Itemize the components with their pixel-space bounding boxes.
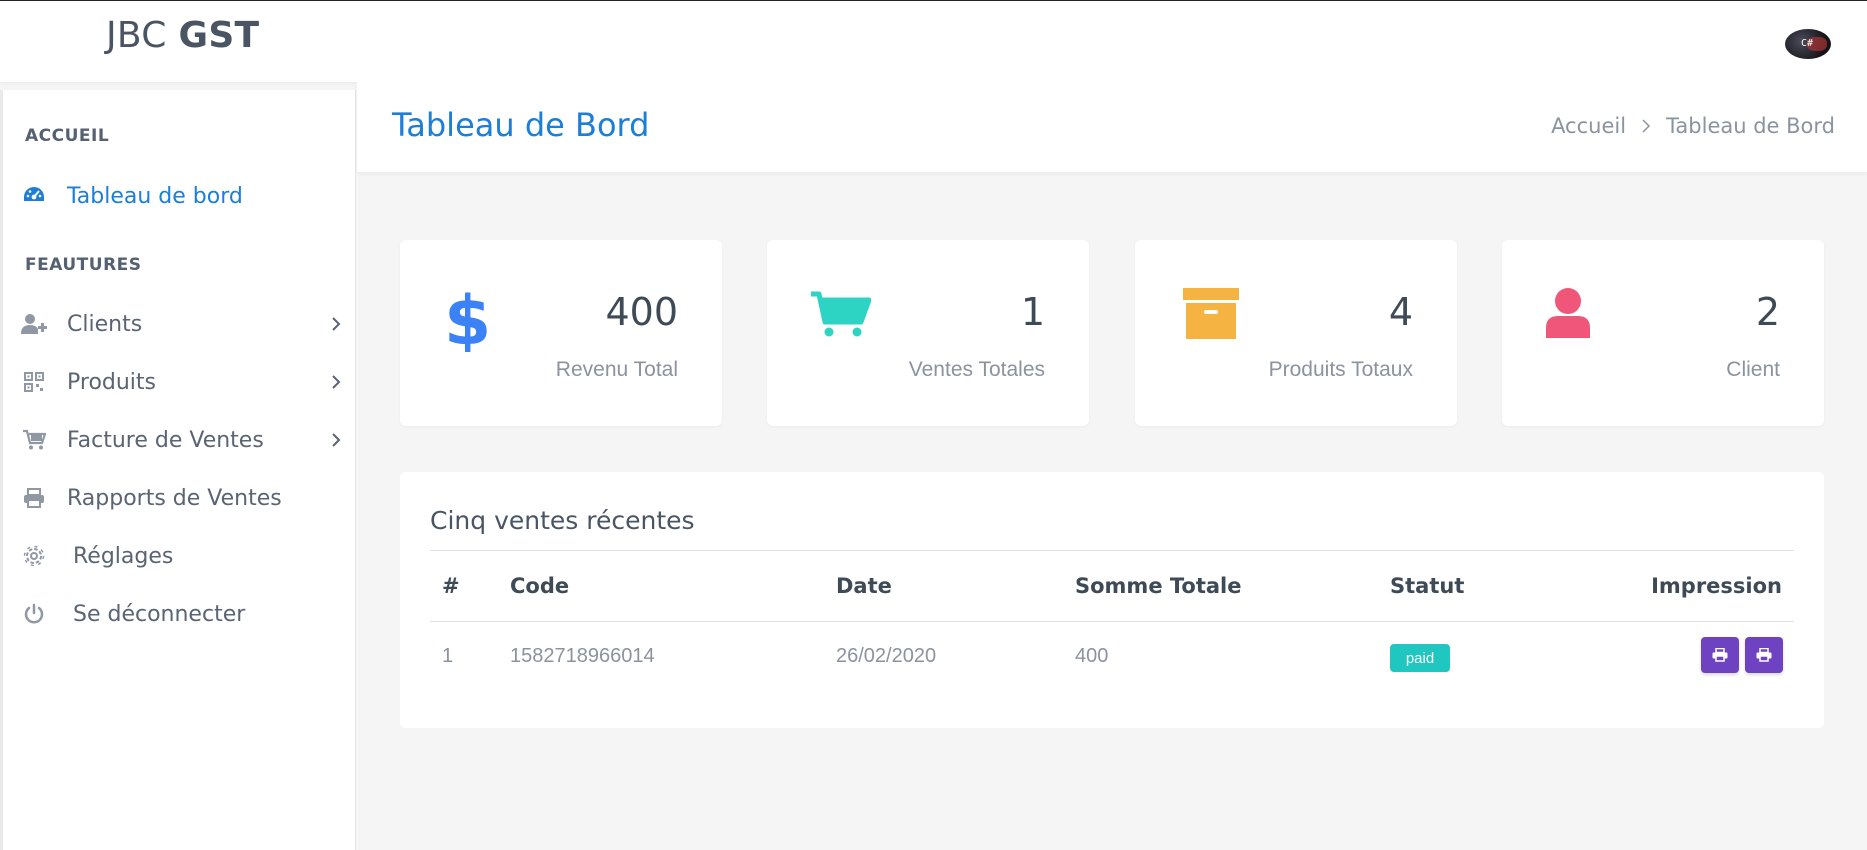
dashboard-icon [21,183,47,209]
column-header-print: Impression [1651,574,1782,598]
sidebar-section-accueil: ACCUEIL [25,126,110,146]
chevron-right-icon [1642,119,1651,133]
printer-icon [1712,648,1728,662]
stat-card-revenue: $ 400 Revenu Total [400,240,722,426]
sidebar-section-features: FEAUTURES [25,255,142,275]
user-plus-icon [21,311,47,337]
column-header-status: Statut [1390,574,1465,598]
cell-code: 1582718966014 [510,645,655,667]
qrcode-icon [21,369,47,395]
stat-value: 400 [605,290,678,334]
column-header-number: # [442,574,460,598]
printer-icon [21,485,47,511]
column-header-date: Date [836,574,892,598]
column-header-code: Code [510,574,570,598]
cell-total: 400 [1075,645,1109,667]
top-navbar: JBC GST C# [0,0,1867,82]
recent-sales-title: Cinq ventes récentes [430,506,695,535]
sidebar-item-clients[interactable]: Clients [21,302,346,346]
page-title: Tableau de Bord [392,106,650,144]
sidebar-item-label: Tableau de bord [67,183,243,209]
stat-label: Revenu Total [555,358,678,381]
stat-label: Produits Totaux [1268,358,1413,381]
column-header-total: Somme Totale [1075,574,1242,598]
stat-card-sales: 1 Ventes Totales [767,240,1089,426]
sidebar-item-label: Clients [67,311,143,337]
recent-sales-card: Cinq ventes récentes # Code Date Somme T… [400,472,1824,728]
sidebar-item-label: Se déconnecter [73,601,246,627]
user-avatar[interactable]: C# [1785,29,1831,59]
status-badge: paid [1390,644,1450,672]
stat-value: 1 [1020,290,1045,334]
breadcrumb-home-link[interactable]: Accueil [1551,114,1626,138]
chevron-right-icon [332,375,341,389]
chevron-right-icon [332,433,341,447]
sidebar-item-label: Réglages [73,543,174,569]
stat-card-clients: 2 Client [1502,240,1824,426]
power-icon [21,601,47,627]
page-header: Tableau de Bord Accueil Tableau de Bord [357,82,1867,172]
cell-number: 1 [442,645,454,667]
divider [430,621,1794,622]
cell-date: 26/02/2020 [836,645,937,667]
print-button[interactable] [1701,637,1739,673]
brand-logo[interactable]: JBC GST [106,15,259,56]
gear-icon [21,543,47,569]
sidebar-item-produits[interactable]: Produits [21,360,346,404]
sidebar-item-label: Facture de Ventes [67,427,264,453]
stat-value: 2 [1755,290,1780,334]
divider [430,550,1794,551]
sidebar-item-logout[interactable]: Se déconnecter [21,592,346,636]
stat-label: Ventes Totales [908,358,1045,381]
print-button[interactable] [1745,637,1783,673]
user-icon [1546,288,1590,338]
sidebar-item-facture-ventes[interactable]: Facture de Ventes [21,418,346,462]
cart-icon [811,291,871,337]
sidebar-item-dashboard[interactable]: Tableau de bord [21,174,346,218]
breadcrumb: Accueil Tableau de Bord [1551,114,1835,138]
chevron-right-icon [332,317,341,331]
sidebar-item-label: Produits [67,369,157,395]
sidebar-item-label: Rapports de Ventes [67,485,282,511]
stat-card-products: 4 Produits Totaux [1135,240,1457,426]
dollar-icon: $ [444,286,491,352]
sidebar-item-rapports-ventes[interactable]: Rapports de Ventes [21,476,346,520]
printer-icon [1756,648,1772,662]
sidebar: ACCUEIL Tableau de bord FEAUTURES Client… [0,90,356,850]
svg-text:$: $ [444,286,491,352]
breadcrumb-current: Tableau de Bord [1666,114,1835,138]
stat-label: Client [1726,358,1780,381]
archive-box-icon [1183,288,1239,339]
stat-value: 4 [1388,290,1413,334]
cart-icon [21,427,47,453]
sidebar-item-reglages[interactable]: Réglages [21,534,346,578]
brand-bold: GST [178,15,260,56]
